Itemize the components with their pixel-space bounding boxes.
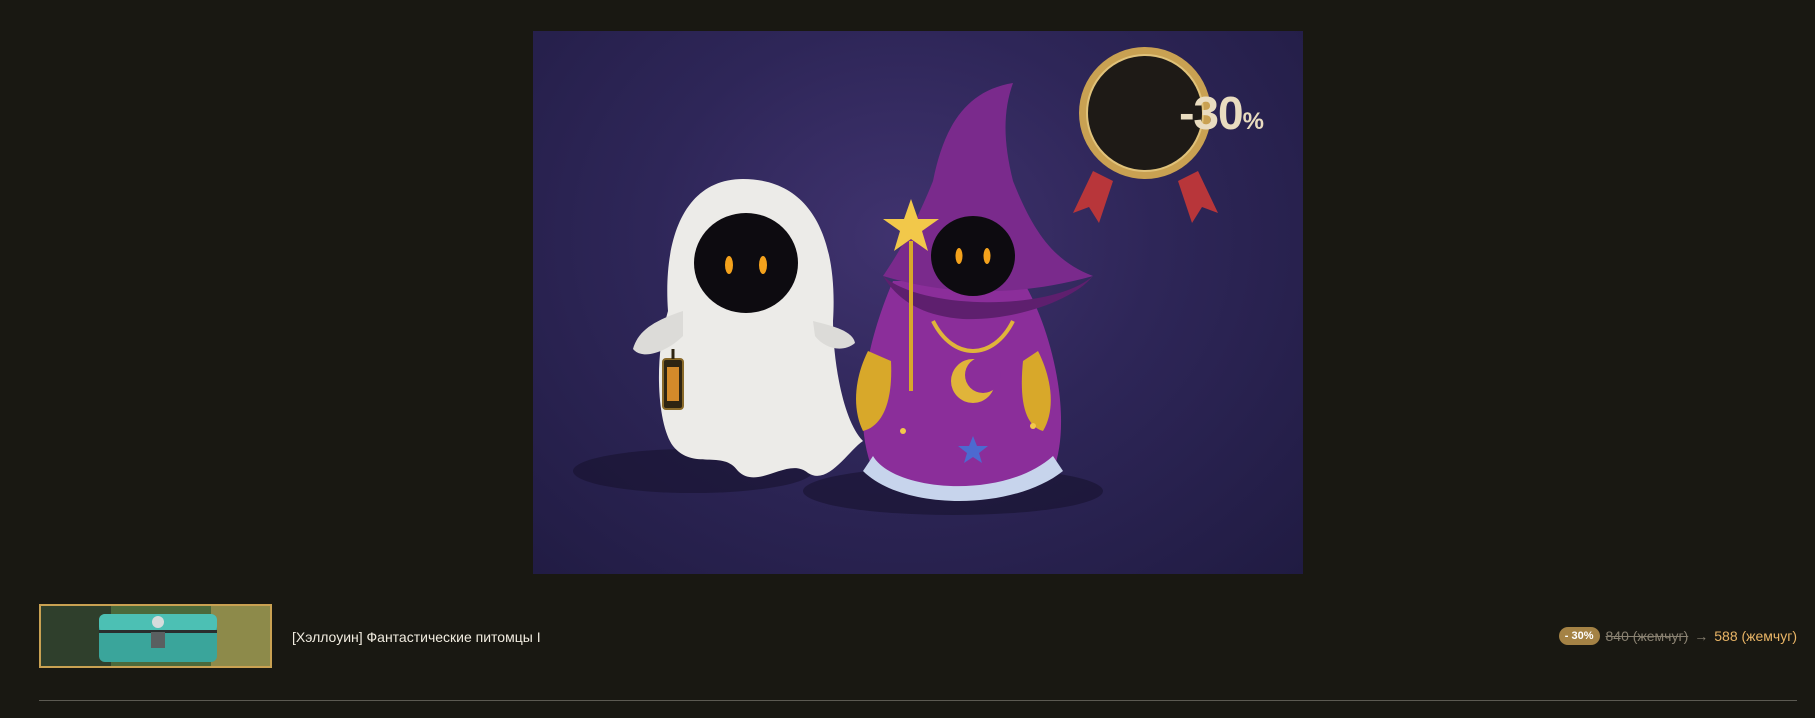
new-price: 588 (жемчуг): [1714, 628, 1797, 644]
chest-thumbnail[interactable]: [39, 604, 272, 668]
arrow-icon: →: [1694, 628, 1709, 644]
discount-badge: - 30%: [1558, 627, 1600, 645]
discount-value: -30: [1179, 87, 1243, 139]
treasure-chest-icon: [41, 606, 270, 666]
discount-badge-label: -30%: [1160, 82, 1282, 144]
discount-percent-sign: %: [1242, 108, 1264, 135]
divider: [39, 700, 1797, 701]
item-title[interactable]: [Хэллоуин] Фантастические питомцы I: [292, 629, 541, 645]
shop-item-row[interactable]: [Хэллоуин] Фантастические питомцы I - 30…: [39, 604, 1797, 668]
price-block: - 30% 840 (жемчуг) → 588 (жемчуг): [1558, 627, 1797, 645]
wizard-pet: [856, 83, 1093, 501]
old-price: 840 (жемчуг): [1605, 628, 1689, 644]
ghost-pet: [633, 179, 863, 478]
